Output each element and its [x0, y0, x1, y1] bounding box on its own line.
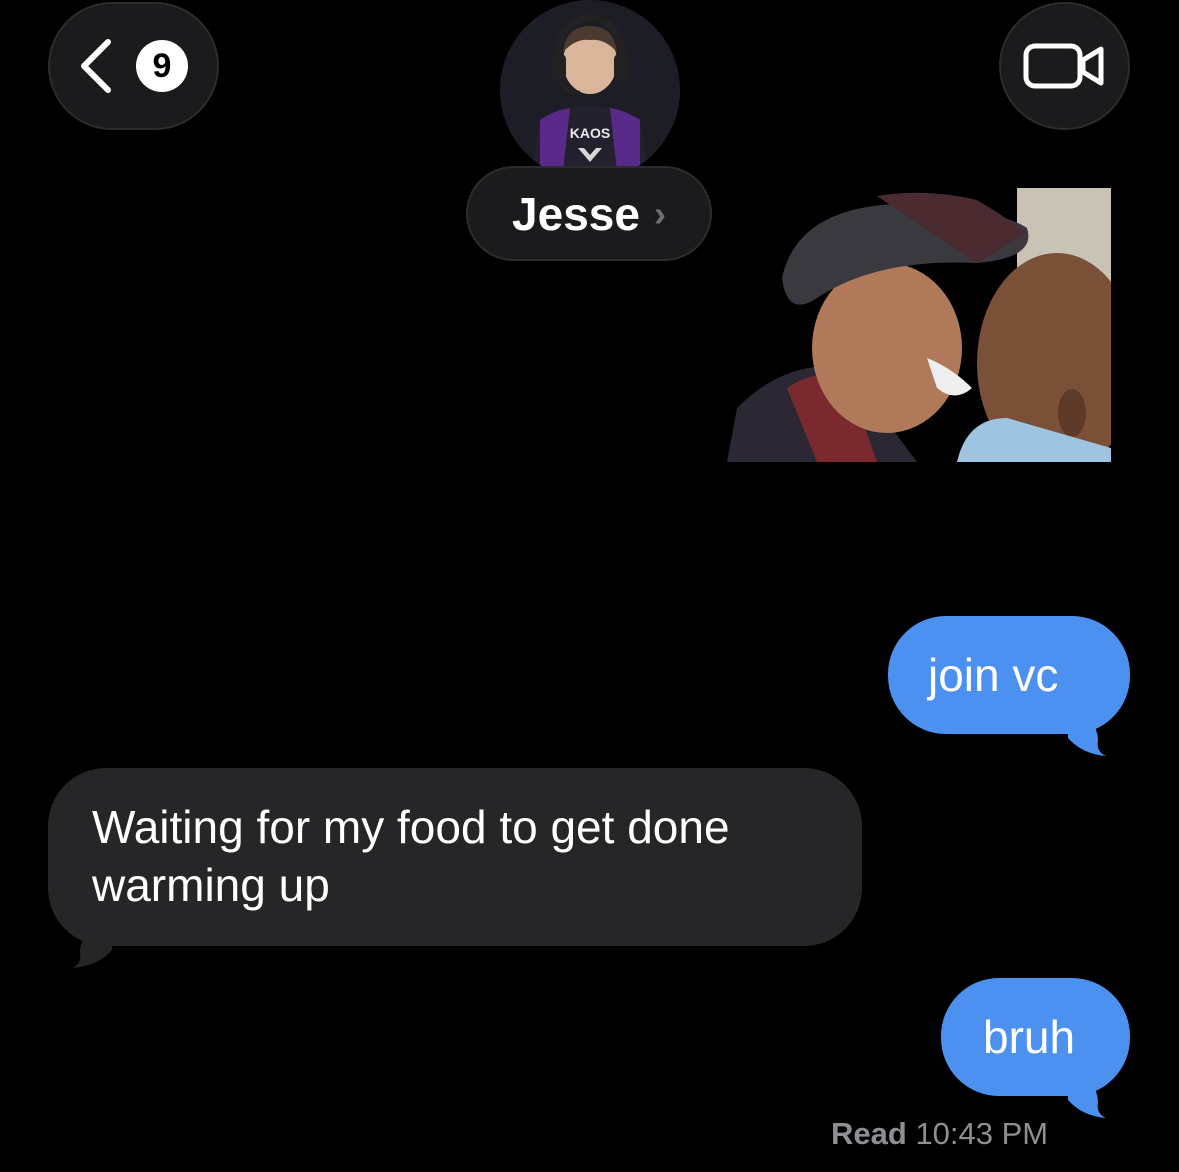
read-label: Read: [831, 1116, 907, 1151]
unread-count-badge: 9: [136, 40, 188, 92]
message-image-attachment[interactable]: [727, 188, 1111, 462]
read-receipt: Read 10:43 PM: [831, 1116, 1048, 1152]
message-bubble-incoming[interactable]: Waiting for my food to get done warming …: [48, 768, 862, 946]
bubble-tail: [1068, 1062, 1106, 1118]
bubble-tail: [72, 912, 112, 968]
contact-avatar[interactable]: KAOS: [500, 0, 680, 180]
chevron-right-icon: ›: [653, 192, 666, 234]
contact-name-button[interactable]: Jesse ›: [466, 166, 712, 261]
message-text: join vc: [928, 649, 1059, 701]
avatar-shirt-text: KAOS: [570, 125, 610, 141]
video-camera-icon: [1023, 43, 1103, 89]
chevron-left-icon: [81, 39, 111, 93]
photo-attachment: [727, 188, 1111, 462]
back-button[interactable]: 9: [48, 2, 219, 130]
message-text: Waiting for my food to get done warming …: [92, 801, 730, 911]
facetime-video-button[interactable]: [999, 2, 1130, 130]
contact-name: Jesse: [512, 187, 640, 240]
avatar-photo: KAOS: [500, 0, 680, 180]
read-time: 10:43 PM: [915, 1116, 1049, 1151]
message-text: bruh: [983, 1011, 1076, 1063]
bubble-tail: [1068, 700, 1106, 756]
